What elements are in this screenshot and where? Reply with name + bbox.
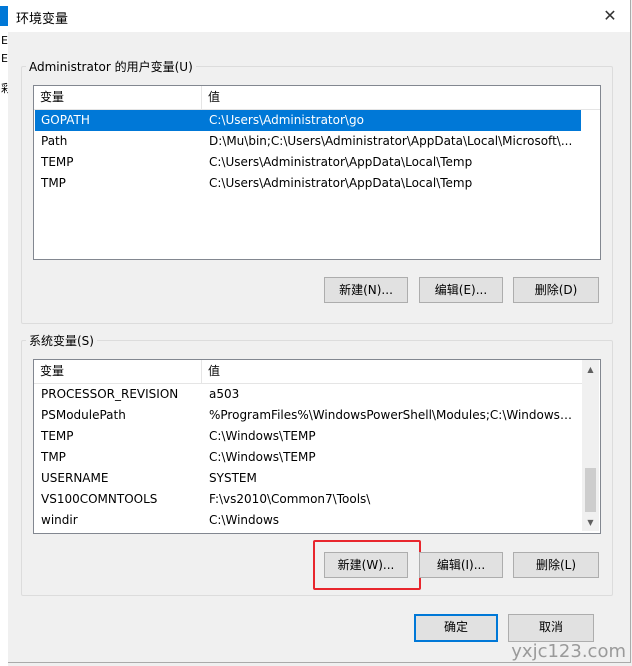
background-text-fragment: 彩 bbox=[1, 82, 8, 95]
variable-value: %ProgramFiles%\WindowsPowerShell\Modules… bbox=[209, 408, 573, 422]
column-header-variable[interactable]: 变量 bbox=[34, 360, 202, 383]
system-delete-button[interactable]: 删除(L) bbox=[513, 552, 599, 578]
variable-name: VS100COMNTOOLS bbox=[41, 492, 158, 506]
environment-variables-dialog: 环境变量 ✕ Administrator 的用户变量(U) 变量 值 GOPAT… bbox=[8, 0, 631, 663]
variable-value: C:\Users\Administrator\AppData\Local\Tem… bbox=[209, 176, 473, 190]
column-header-value[interactable]: 值 bbox=[202, 360, 582, 383]
table-row[interactable]: GOPATH C:\Users\Administrator\go bbox=[35, 110, 581, 131]
list-header: 变量 值 bbox=[34, 360, 582, 384]
title-bar[interactable]: 环境变量 ✕ bbox=[8, 0, 630, 32]
variable-value: SYSTEM bbox=[209, 471, 257, 485]
column-header-value[interactable]: 值 bbox=[202, 86, 600, 109]
table-row[interactable]: TMP C:\Users\Administrator\AppData\Local… bbox=[35, 173, 581, 194]
scroll-up-icon[interactable]: ▲ bbox=[582, 361, 599, 378]
table-row[interactable]: TEMP C:\Users\Administrator\AppData\Loca… bbox=[35, 152, 581, 173]
variable-value: D:\Mu\bin;C:\Users\Administrator\AppData… bbox=[209, 134, 573, 148]
table-row[interactable]: TEMP C:\Windows\TEMP bbox=[35, 426, 581, 447]
table-row[interactable]: Path D:\Mu\bin;C:\Users\Administrator\Ap… bbox=[35, 131, 581, 152]
dialog-title: 环境变量 bbox=[16, 12, 69, 27]
system-variables-list[interactable]: 变量 值 PROCESSOR_REVISION a503 PSModulePat… bbox=[33, 359, 601, 534]
system-edit-button[interactable]: 编辑(I)... bbox=[419, 552, 503, 578]
variable-name: GOPATH bbox=[41, 113, 90, 127]
scroll-down-icon[interactable]: ▼ bbox=[582, 514, 599, 531]
table-row[interactable]: PSModulePath %ProgramFiles%\WindowsPower… bbox=[35, 405, 581, 426]
watermark: yxjc123.com bbox=[511, 641, 626, 662]
table-row[interactable]: TMP C:\Windows\TEMP bbox=[35, 447, 581, 468]
variable-name: TEMP bbox=[41, 155, 74, 169]
variable-name: PROCESSOR_REVISION bbox=[41, 387, 179, 401]
variable-value: a503 bbox=[209, 387, 240, 401]
background-window: E E 彩 bbox=[0, 0, 8, 666]
variable-name: TMP bbox=[41, 450, 66, 464]
user-variables-list[interactable]: 变量 值 GOPATH C:\Users\Administrator\go Pa… bbox=[33, 85, 601, 260]
list-header: 变量 值 bbox=[34, 86, 600, 110]
background-text-fragment: E bbox=[1, 34, 8, 47]
variable-name: TMP bbox=[41, 176, 66, 190]
table-row[interactable]: VS100COMNTOOLS F:\vs2010\Common7\Tools\ bbox=[35, 489, 581, 510]
variable-name: Path bbox=[41, 134, 68, 148]
variable-value: F:\vs2010\Common7\Tools\ bbox=[209, 492, 371, 506]
variable-name: PSModulePath bbox=[41, 408, 126, 422]
variable-value: C:\Users\Administrator\go bbox=[209, 113, 364, 127]
system-variables-label: 系统变量(S) bbox=[26, 332, 97, 349]
column-header-variable[interactable]: 变量 bbox=[34, 86, 202, 109]
background-selection-bar bbox=[0, 6, 8, 26]
user-edit-button[interactable]: 编辑(E)... bbox=[419, 277, 503, 303]
variable-name: USERNAME bbox=[41, 471, 109, 485]
close-icon[interactable]: ✕ bbox=[600, 6, 620, 26]
variable-name: windir bbox=[41, 513, 78, 527]
table-row[interactable]: PROCESSOR_REVISION a503 bbox=[35, 384, 581, 405]
variable-value: C:\Users\Administrator\AppData\Local\Tem… bbox=[209, 155, 473, 169]
variable-value: C:\Windows bbox=[209, 513, 280, 527]
red-highlight-annotation bbox=[313, 540, 421, 590]
user-variables-label: Administrator 的用户变量(U) bbox=[26, 58, 196, 75]
cancel-button[interactable]: 取消 bbox=[508, 614, 594, 642]
user-delete-button[interactable]: 删除(D) bbox=[513, 277, 599, 303]
vertical-scrollbar[interactable]: ▲ ▼ bbox=[582, 360, 599, 531]
variable-name: TEMP bbox=[41, 429, 74, 443]
scrollbar-thumb[interactable] bbox=[585, 468, 596, 512]
background-text-fragment: E bbox=[1, 52, 8, 65]
user-new-button[interactable]: 新建(N)... bbox=[324, 277, 408, 303]
ok-button[interactable]: 确定 bbox=[414, 614, 498, 642]
table-row[interactable]: USERNAME SYSTEM bbox=[35, 468, 581, 489]
table-row[interactable]: windir C:\Windows bbox=[35, 510, 581, 531]
variable-value: C:\Windows\TEMP bbox=[209, 429, 316, 443]
variable-value: C:\Windows\TEMP bbox=[209, 450, 316, 464]
